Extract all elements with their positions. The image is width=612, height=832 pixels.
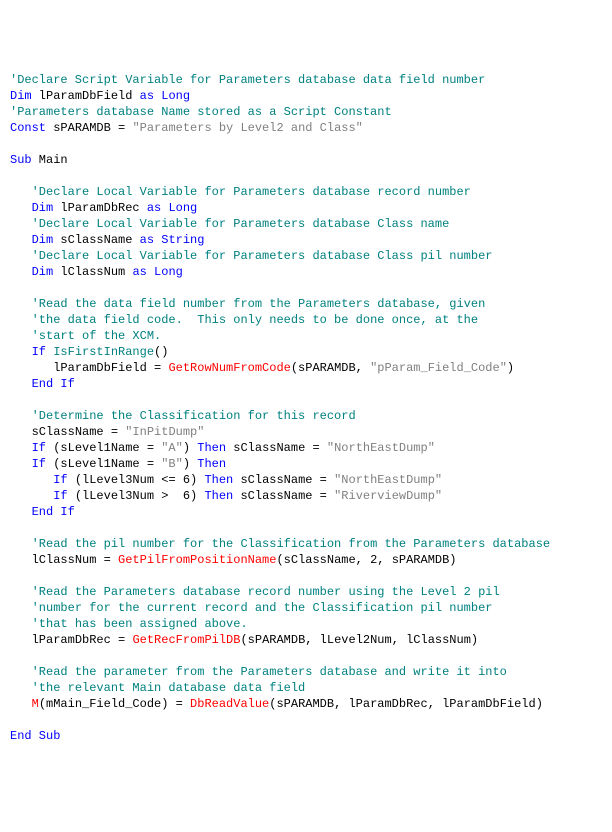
paren: ) <box>507 361 514 375</box>
comment: 'Declare Script Variable for Parameters … <box>10 73 485 87</box>
identifier: lParamDbField = <box>53 361 168 375</box>
comment: 'the data field code. This only needs to… <box>32 313 478 327</box>
function-call: GetRowNumFromCode <box>168 361 290 375</box>
comment: 'Read the Parameters database record num… <box>32 585 500 599</box>
keyword-type: as Long <box>140 89 190 103</box>
comment: 'that has been assigned above. <box>32 617 248 631</box>
function-call: IsFirstInRange <box>46 345 154 359</box>
comment: 'Parameters database Name stored as a Sc… <box>10 105 392 119</box>
keyword-dim: Dim <box>32 201 54 215</box>
keyword-endif: End If <box>32 505 75 519</box>
expr: (lLevel3Num > 6) <box>68 489 205 503</box>
keyword-if: If <box>53 473 67 487</box>
string-literal: "NorthEastDump" <box>327 441 435 455</box>
string-literal: "Parameters by Level2 and Class" <box>132 121 362 135</box>
identifier: lParamDbField <box>32 89 140 103</box>
function-call: M <box>32 697 39 711</box>
keyword-type: as Long <box>132 265 182 279</box>
keyword-then: Then <box>197 441 226 455</box>
expr: (lLevel3Num <= 6) <box>68 473 205 487</box>
keyword-then: Then <box>197 457 226 471</box>
args: (sPARAMDB, <box>291 361 370 375</box>
comment: 'Read the data field number from the Par… <box>32 297 486 311</box>
comment: 'Read the pil number for the Classificat… <box>32 537 550 551</box>
code-block: 'Declare Script Variable for Parameters … <box>10 72 602 744</box>
keyword-if: If <box>32 345 46 359</box>
keyword-dim: Dim <box>32 233 54 247</box>
keyword-type: as String <box>140 233 205 247</box>
paren: ) <box>183 441 197 455</box>
comment: 'Read the parameter from the Parameters … <box>32 665 507 679</box>
identifier: Main <box>32 153 68 167</box>
identifier: lClassNum <box>53 265 132 279</box>
string-literal: "RiverviewDump" <box>334 489 442 503</box>
expr: (sLevel1Name = <box>46 457 161 471</box>
comment: 'Declare Local Variable for Parameters d… <box>32 217 450 231</box>
string-literal: "NorthEastDump" <box>334 473 442 487</box>
keyword-if: If <box>32 441 46 455</box>
comment: 'Declare Local Variable for Parameters d… <box>32 185 471 199</box>
args: (sPARAMDB, lParamDbRec, lParamDbField) <box>269 697 543 711</box>
string-literal: "InPitDump" <box>125 425 204 439</box>
keyword-endif: End If <box>32 377 75 391</box>
args: (sClassName, 2, sPARAMDB) <box>276 553 456 567</box>
args: (sPARAMDB, lLevel2Num, lClassNum) <box>240 633 478 647</box>
keyword-if: If <box>32 457 46 471</box>
comment: 'Declare Local Variable for Parameters d… <box>32 249 493 263</box>
comment: 'start of the XCM. <box>32 329 162 343</box>
keyword-endsub: End Sub <box>10 729 60 743</box>
keyword-type: as Long <box>147 201 197 215</box>
expr: (sLevel1Name = <box>46 441 161 455</box>
keyword-if: If <box>53 489 67 503</box>
string-literal: "A" <box>161 441 183 455</box>
paren: ) <box>183 457 197 471</box>
function-call: GetRecFromPilDB <box>132 633 240 647</box>
identifier: sPARAMDB = <box>46 121 132 135</box>
keyword-dim: Dim <box>32 265 54 279</box>
keyword-then: Then <box>204 489 233 503</box>
comment: 'Determine the Classification for this r… <box>32 409 356 423</box>
keyword-then: Then <box>204 473 233 487</box>
identifier: sClassName = <box>32 425 126 439</box>
keyword-sub: Sub <box>10 153 32 167</box>
identifier: lParamDbRec = <box>32 633 133 647</box>
expr: sClassName = <box>226 441 327 455</box>
identifier: lClassNum = <box>32 553 118 567</box>
keyword-dim: Dim <box>10 89 32 103</box>
function-call: GetPilFromPositionName <box>118 553 276 567</box>
keyword-const: Const <box>10 121 46 135</box>
comment: 'number for the current record and the C… <box>32 601 493 615</box>
expr: sClassName = <box>233 489 334 503</box>
paren: () <box>154 345 168 359</box>
expr: sClassName = <box>233 473 334 487</box>
string-literal: "pParam_Field_Code" <box>370 361 507 375</box>
identifier: lParamDbRec <box>53 201 147 215</box>
identifier: sClassName <box>53 233 139 247</box>
function-call: DbReadValue <box>190 697 269 711</box>
args: (mMain_Field_Code) = <box>39 697 190 711</box>
string-literal: "B" <box>161 457 183 471</box>
comment: 'the relevant Main database data field <box>32 681 306 695</box>
